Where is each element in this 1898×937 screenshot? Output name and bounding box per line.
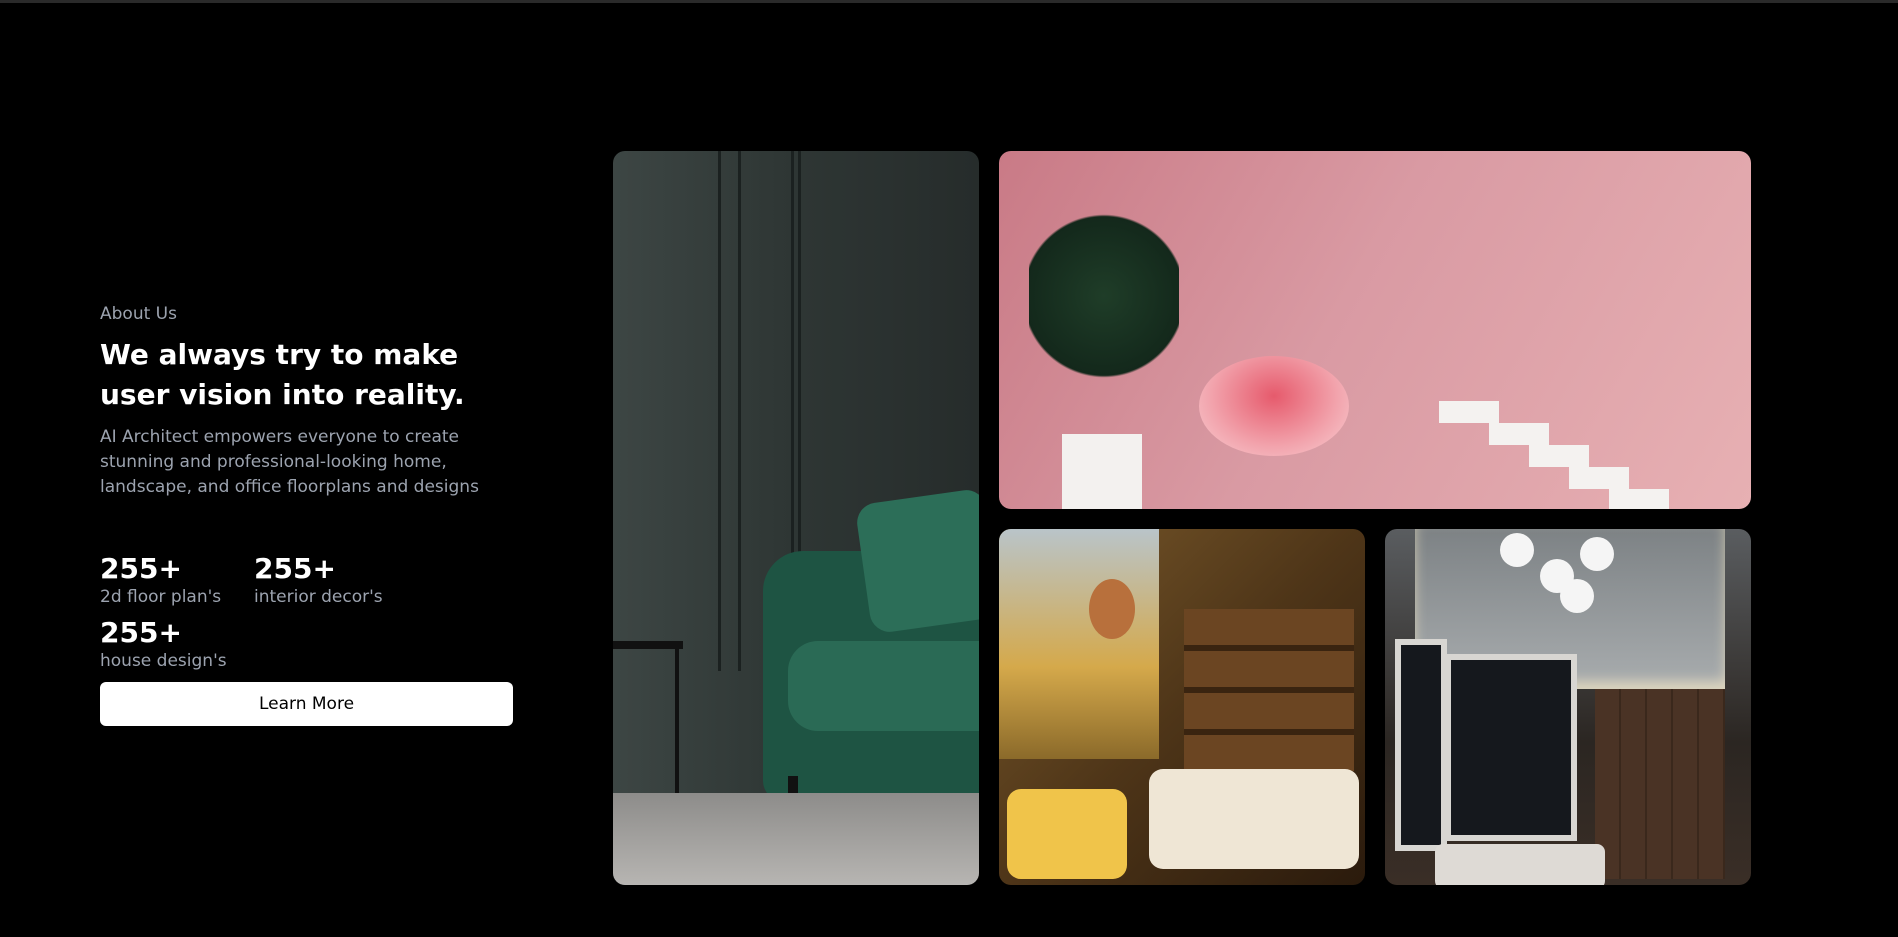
stat-interior-decor: 255+ interior decor's (254, 552, 383, 608)
stat-value: 255+ (254, 552, 336, 585)
green-armchair-image (613, 151, 979, 885)
warm-living-room-image (999, 529, 1365, 885)
stat-label: 2d floor plan's (100, 587, 222, 607)
stat-label: interior decor's (254, 587, 383, 607)
section-headline: We always try to make user vision into r… (100, 338, 465, 411)
section-description: AI Architect empowers everyone to create… (100, 427, 479, 497)
stat-value: 255+ (100, 552, 182, 585)
stat-house-designs: 255+ house design's (100, 616, 227, 672)
stat-value: 255+ (100, 616, 182, 649)
about-section: About Us We always try to make user visi… (100, 303, 520, 726)
section-eyebrow: About Us (100, 304, 177, 324)
stat-floor-plans: 255+ 2d floor plan's (100, 552, 221, 608)
modern-hall-image (1385, 529, 1751, 885)
stat-label: house design's (100, 651, 227, 671)
pink-room-image (999, 151, 1751, 509)
learn-more-button[interactable]: Learn More (100, 682, 513, 726)
stats-group: 255+ 2d floor plan's 255+ interior decor… (100, 552, 520, 680)
top-border (0, 0, 1898, 3)
